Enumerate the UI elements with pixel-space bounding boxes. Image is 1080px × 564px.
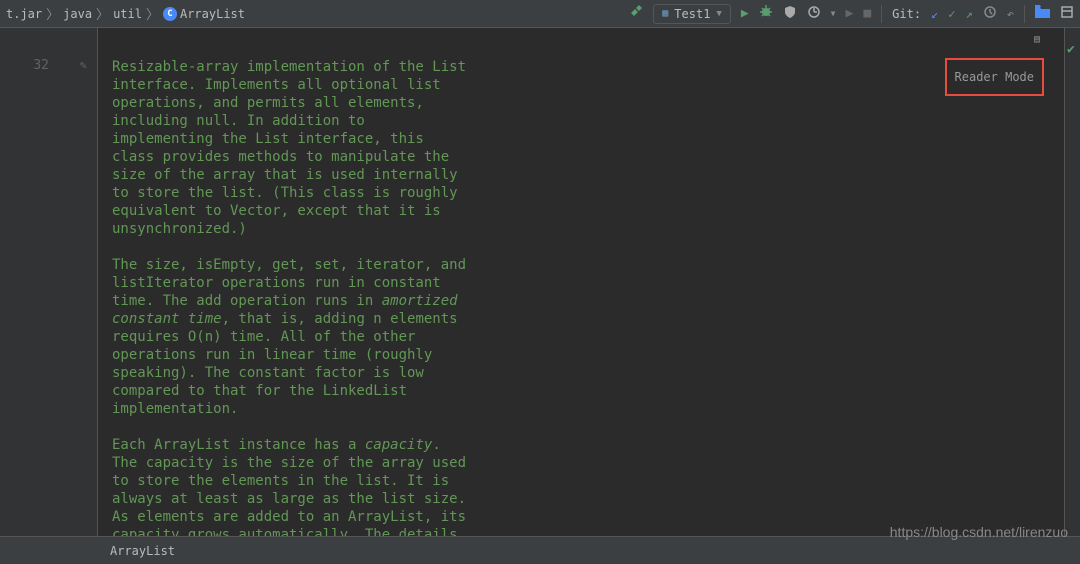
git-label: Git: — [892, 7, 921, 21]
bottom-tab[interactable]: ArrayList — [110, 544, 175, 558]
doc-paragraph: The size, isEmpty, get, set, iterator, a… — [112, 256, 472, 418]
separator — [1024, 5, 1025, 23]
breadcrumb-class-label: ArrayList — [180, 7, 245, 21]
reader-mode-toggle-icon[interactable]: ▤ — [1034, 34, 1040, 45]
breadcrumb-class[interactable]: C ArrayList — [163, 7, 245, 21]
chevron-right-icon: 〉 — [96, 4, 109, 23]
git-history-icon[interactable] — [983, 5, 997, 22]
doc-text: Each ArrayList instance has a — [112, 437, 365, 453]
breadcrumb-pkg-util[interactable]: util — [113, 7, 142, 21]
coverage-icon[interactable] — [783, 5, 797, 23]
bottom-bar: ArrayList — [0, 536, 1080, 564]
gutter: 32 ✎ — [0, 28, 98, 536]
build-icon[interactable] — [629, 5, 643, 23]
stop-icon: ■ — [863, 6, 871, 21]
box-icon[interactable] — [1060, 5, 1074, 23]
run-icon[interactable]: ▶ — [741, 6, 749, 21]
editor-content[interactable]: ▤ Reader Mode Resizable-array implementa… — [98, 28, 1064, 536]
run-config-dropdown[interactable]: ▦ Test1 ▼ — [653, 4, 731, 24]
right-gutter: ✔ — [1064, 28, 1080, 536]
git-pull-icon[interactable]: ↙ — [931, 7, 938, 21]
chevron-down-icon[interactable]: ▼ — [831, 9, 836, 18]
git-commit-icon[interactable]: ✓ — [948, 7, 955, 21]
chevron-right-icon: 〉 — [46, 4, 59, 23]
chevron-down-icon: ▼ — [716, 9, 721, 19]
run-config-label: Test1 — [674, 7, 710, 21]
run-disabled-icon: ▶ — [846, 6, 854, 21]
breadcrumb-pkg-java[interactable]: java — [63, 7, 92, 21]
run-config-icon: ▦ — [662, 8, 668, 19]
chevron-right-icon: 〉 — [146, 4, 159, 23]
watermark: https://blog.csdn.net/lirenzuo — [890, 524, 1068, 540]
doc-paragraph: Resizable-array implementation of the Li… — [112, 58, 472, 238]
editor-area: 32 ✎ ▤ Reader Mode Resizable-array imple… — [0, 28, 1080, 536]
git-push-icon[interactable]: ↗ — [966, 7, 973, 21]
debug-icon[interactable] — [759, 5, 773, 23]
class-icon: C — [163, 7, 177, 21]
folder-icon[interactable] — [1035, 5, 1050, 22]
edit-icon[interactable]: ✎ — [80, 58, 87, 72]
undo-icon[interactable]: ↶ — [1007, 7, 1014, 21]
profile-icon[interactable] — [807, 5, 821, 23]
top-toolbar: t.jar 〉 java 〉 util 〉 C ArrayList ▦ Test… — [0, 0, 1080, 28]
separator — [881, 5, 882, 23]
breadcrumb: t.jar 〉 java 〉 util 〉 C ArrayList — [6, 4, 245, 23]
doc-emphasis: capacity — [365, 437, 432, 453]
breadcrumb-jar[interactable]: t.jar — [6, 7, 42, 21]
toolbar-right: ▦ Test1 ▼ ▶ ▼ ▶ ■ Git: ↙ ✓ ↗ ↶ — [629, 4, 1074, 24]
doc-paragraph: Each ArrayList instance has a capacity. … — [112, 436, 472, 536]
inspection-ok-icon[interactable]: ✔ — [1067, 42, 1075, 57]
reader-mode-tooltip: Reader Mode — [945, 58, 1044, 96]
